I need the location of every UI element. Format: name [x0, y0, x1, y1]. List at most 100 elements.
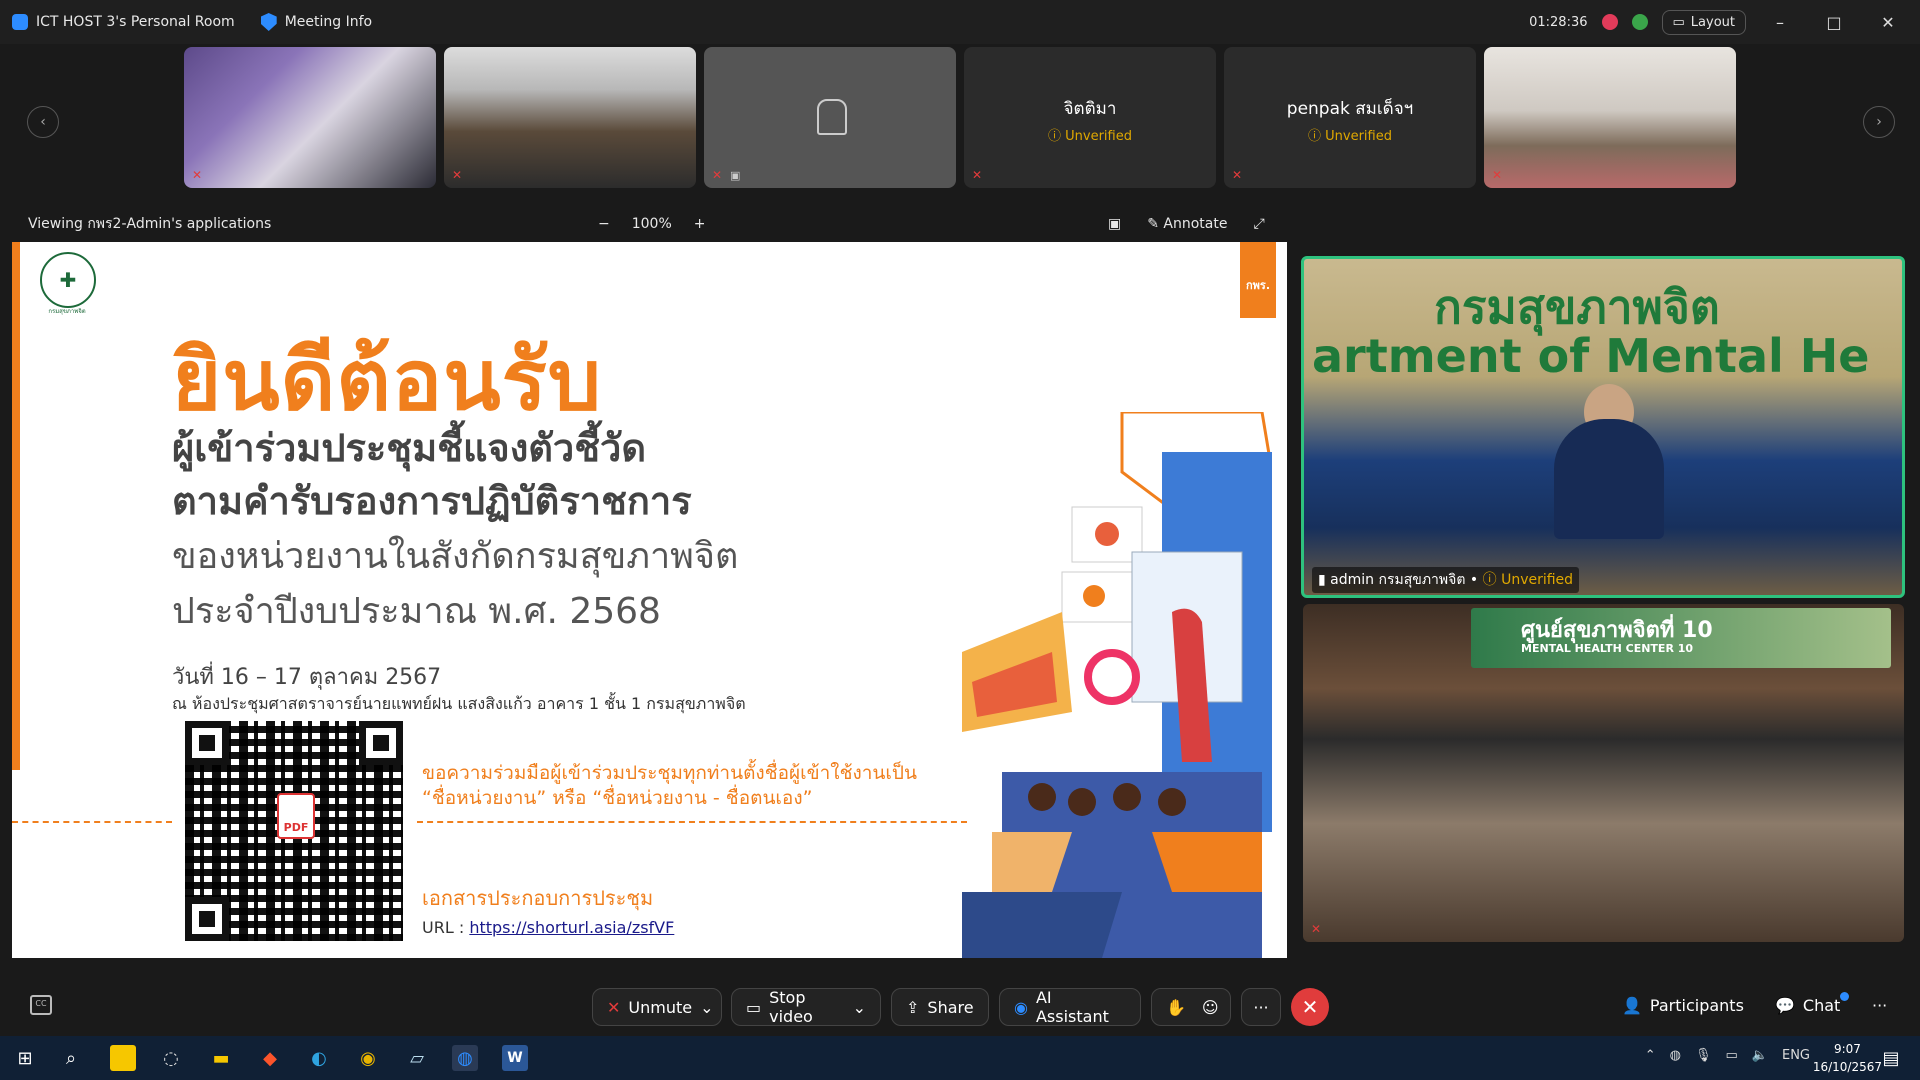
video-name-label: ▮ admin กรมสุขภาพจิต • ⓘ Unverified — [1312, 567, 1580, 593]
participant-strip: ‹ ✕ ✕ ✕ ▣ จิตติมา ⓘ Unverified ✕ penpak … — [0, 44, 1920, 194]
slide-line-3: ของหน่วยงานในสังกัดกรมสุขภาพจิต — [172, 536, 739, 577]
share-icon: ⇪ — [906, 997, 920, 1017]
ai-assistant-label: AI Assistant — [1035, 988, 1109, 1026]
title-left: ICT HOST 3's Personal Room Meeting Info — [0, 13, 372, 31]
participant-tile[interactable]: ✕ ▣ — [704, 47, 956, 188]
meeting-timer: 01:28:36 — [1529, 14, 1588, 30]
qr-corner — [185, 897, 229, 941]
maximize-button[interactable]: □ — [1814, 13, 1854, 32]
mic-muted-icon: ✕ — [192, 168, 203, 182]
documents-heading: เอกสารประกอบการประชุม — [422, 886, 654, 910]
unverified-badge: ⓘ Unverified — [1048, 129, 1132, 144]
captions-icon[interactable]: CC — [30, 995, 52, 1015]
strip-prev-button[interactable]: ‹ — [27, 106, 59, 138]
stop-video-button[interactable]: ▭ Stop video ⌄ — [731, 988, 881, 1026]
speaker-body — [1554, 419, 1664, 539]
camera-off-icon — [817, 99, 847, 135]
participants-button[interactable]: 👤 Participants — [1622, 996, 1744, 1015]
dashed-divider — [12, 821, 172, 823]
screen-share-icon: ▣ — [730, 169, 741, 182]
zoom-level[interactable]: 100% — [632, 216, 672, 232]
webex-tray-icon[interactable]: ◍ — [1670, 1048, 1681, 1063]
fullscreen-icon[interactable]: ⤢ — [1253, 216, 1264, 232]
slide-line-4: ประจำปีงบประมาณ พ.ศ. 2568 — [172, 591, 661, 632]
slide-accent-bar — [12, 242, 20, 770]
end-meeting-button[interactable]: ✕ — [1291, 988, 1329, 1026]
participant-tile[interactable]: จิตติมา ⓘ Unverified ✕ — [964, 47, 1216, 188]
volume-icon[interactable]: 🔈 — [1752, 1048, 1768, 1063]
room-video[interactable]: ศูนย์สุขภาพจิตที่ 10 MENTAL HEALTH CENTE… — [1303, 604, 1904, 942]
notepad-icon[interactable]: ▱ — [404, 1045, 430, 1071]
mic-muted-icon: ✕ — [1311, 922, 1322, 936]
participant-tile[interactable]: penpak สมเด็จฯ ⓘ Unverified ✕ — [1224, 47, 1476, 188]
more-options-button[interactable]: ··· — [1241, 988, 1281, 1026]
system-tray: ⌃ ◍ 🎙 ▭ 🔈 ENG — [1645, 1048, 1810, 1063]
chat-button[interactable]: 💬 Chat — [1775, 996, 1840, 1015]
event-date: วันที่ 16 – 17 ตุลาคม 2567 — [172, 665, 442, 690]
zoom-out-button[interactable]: − — [598, 216, 610, 232]
mic-muted-icon: ✕ — [1232, 168, 1243, 182]
naming-request-line-2: “ชื่อหน่วยงาน” หรือ “ชื่อหน่วยงาน - ชื่อ… — [422, 787, 813, 809]
mic-muted-icon: ✕ — [1492, 168, 1503, 182]
notification-center-icon[interactable]: ▤ — [1878, 1045, 1904, 1071]
minimize-button[interactable]: – — [1760, 13, 1800, 32]
brave-browser-icon[interactable]: ◆ — [257, 1045, 283, 1071]
recording-icon[interactable] — [1601, 14, 1618, 30]
unmute-label: Unmute — [628, 997, 693, 1017]
unverified-badge: ⓘ Unverified — [1482, 572, 1574, 588]
ai-assistant-button[interactable]: ◉ AI Assistant — [999, 988, 1141, 1026]
annotate-button[interactable]: ✎ Annotate — [1147, 216, 1227, 232]
word-icon[interactable]: W — [502, 1045, 528, 1071]
reaction-icon[interactable]: ☺ — [1202, 998, 1219, 1017]
document-link[interactable]: https://shorturl.asia/zsfVF — [469, 918, 674, 937]
pen-icon: ✎ — [1147, 216, 1159, 232]
system-clock[interactable]: 9:07 16/10/2567 — [1813, 1040, 1882, 1076]
layout-icon: ▭ — [1672, 14, 1685, 30]
chevron-left-icon: ‹ — [40, 114, 46, 130]
network-icon[interactable]: ▭ — [1726, 1048, 1738, 1063]
raise-hand-icon[interactable]: ✋ — [1166, 998, 1186, 1017]
chevron-down-icon[interactable]: ⌄ — [700, 998, 713, 1017]
webex-taskbar-icon[interactable]: ◍ — [452, 1045, 478, 1071]
participant-tile[interactable]: ✕ — [184, 47, 436, 188]
layout-label: Layout — [1690, 14, 1735, 30]
viewing-label: Viewing กพร2-Admin's applications — [28, 216, 272, 232]
windows-taskbar: ⊞ ⌕ ◌ ▬ ◆ ◐ ◉ ▱ ◍ W ⌃ ◍ 🎙 ▭ 🔈 ENG 9:07 1… — [0, 1036, 1920, 1080]
opdc-badge: กพร. — [1240, 242, 1276, 318]
shared-slide: ✚ กรมสุขภาพจิต กพร. ยินดีต้อนรับ ผู้เข้า… — [12, 242, 1287, 958]
microphone-icon[interactable]: 🎙 — [1695, 1048, 1712, 1063]
zoom-controls: − 100% + — [598, 216, 706, 232]
room-title: ICT HOST 3's Personal Room — [36, 14, 235, 30]
zoom-in-button[interactable]: + — [694, 216, 706, 232]
close-button[interactable]: ✕ — [1868, 13, 1908, 32]
media-icon[interactable]: ◌ — [158, 1045, 184, 1071]
share-button[interactable]: ⇪ Share — [891, 988, 989, 1026]
shield-icon[interactable] — [260, 13, 277, 31]
host-status-icon[interactable] — [1631, 14, 1648, 30]
clock-date: 16/10/2567 — [1812, 1060, 1882, 1074]
ai-assistant-icon: ◉ — [1014, 997, 1028, 1017]
sticky-notes-icon[interactable] — [110, 1045, 136, 1071]
windows-start-icon[interactable]: ⊞ — [12, 1045, 38, 1071]
meeting-toolbar: CC ✕ Unmute ⌄ ▭ Stop video ⌄ ⇪ Share ◉ A… — [0, 978, 1920, 1036]
unverified-badge: ⓘ Unverified — [1308, 129, 1392, 144]
search-icon[interactable]: ⌕ — [58, 1045, 84, 1071]
participant-tile[interactable]: ✕ — [444, 47, 696, 188]
layout-button[interactable]: ▭ Layout — [1661, 9, 1746, 35]
participant-tile[interactable]: ✕ — [1484, 47, 1736, 188]
chrome-browser-icon[interactable]: ◉ — [355, 1045, 381, 1071]
file-explorer-icon[interactable]: ▬ — [208, 1045, 234, 1071]
active-speaker-video[interactable]: กรมสุขภาพจิต artment of Mental He ▮ admi… — [1301, 256, 1905, 598]
chevron-up-icon[interactable]: ⌃ — [1645, 1048, 1656, 1063]
meeting-info-link[interactable]: Meeting Info — [285, 14, 372, 30]
remote-control-icon[interactable]: ▣ — [1108, 216, 1121, 232]
unmute-button[interactable]: ✕ Unmute ⌄ — [592, 988, 722, 1026]
edge-browser-icon[interactable]: ◐ — [306, 1045, 332, 1071]
mic-muted-icon: ✕ — [712, 168, 723, 182]
input-language[interactable]: ENG — [1782, 1048, 1810, 1063]
more-panels-button[interactable]: ··· — [1872, 996, 1887, 1015]
chevron-down-icon[interactable]: ⌄ — [853, 998, 866, 1017]
strip-next-button[interactable]: › — [1863, 106, 1895, 138]
participant-name: penpak สมเด็จฯ — [1286, 99, 1414, 119]
mic-muted-icon: ✕ — [607, 997, 621, 1017]
